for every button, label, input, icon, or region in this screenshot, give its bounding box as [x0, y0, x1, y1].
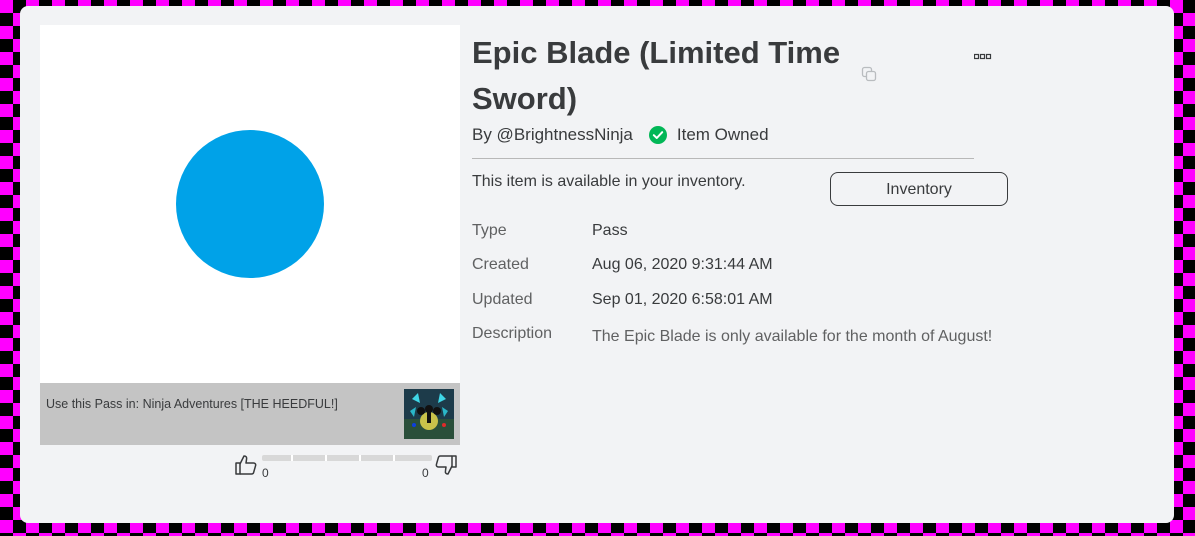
item-details-card: Use this Pass in: Ninja Adventures [THE … [20, 6, 1174, 523]
item-title: Epic Blade (Limited Time Sword) [472, 35, 841, 116]
thumbs-down-icon[interactable] [434, 453, 458, 482]
game-thumbnail[interactable] [404, 389, 454, 439]
copy-icon[interactable] [861, 66, 877, 87]
thumbs-up-icon[interactable] [234, 453, 258, 482]
detail-value: Pass [592, 222, 628, 239]
divider [472, 158, 974, 159]
game-link[interactable]: Ninja Adventures [THE HEEDFUL!] [143, 397, 338, 411]
description-text: The Epic Blade is only available for the… [592, 328, 993, 345]
availability-text: This item is available in your inventory… [472, 173, 746, 190]
detail-value: Aug 06, 2020 9:31:44 AM [592, 256, 773, 273]
more-options-icon[interactable] [973, 48, 992, 66]
item-owned-label: Item Owned [676, 125, 769, 144]
creator-link[interactable]: By @BrightnessNinja [472, 125, 633, 145]
use-pass-text: Use this Pass in: Ninja Adventures [THE … [46, 397, 338, 411]
vote-ratio-bar [262, 455, 432, 461]
vote-area: 0 0 [234, 453, 460, 481]
downvote-count: 0 [422, 466, 429, 480]
item-thumbnail [40, 25, 460, 383]
creator-byline: By @BrightnessNinja Item Owned [472, 125, 769, 145]
use-pass-prefix: Use this Pass in: [46, 397, 143, 411]
detail-label: Type [472, 222, 507, 239]
upvote-count: 0 [262, 466, 269, 480]
detail-label: Description [472, 325, 553, 342]
use-pass-in-bar: Use this Pass in: Ninja Adventures [THE … [40, 383, 460, 445]
item-owned-check-icon [648, 126, 667, 144]
detail-label: Created [472, 256, 529, 273]
inventory-button[interactable]: Inventory [830, 172, 1008, 206]
detail-value: Sep 01, 2020 6:58:01 AM [592, 291, 773, 308]
pass-image-circle [176, 130, 324, 278]
detail-label: Updated [472, 291, 533, 308]
